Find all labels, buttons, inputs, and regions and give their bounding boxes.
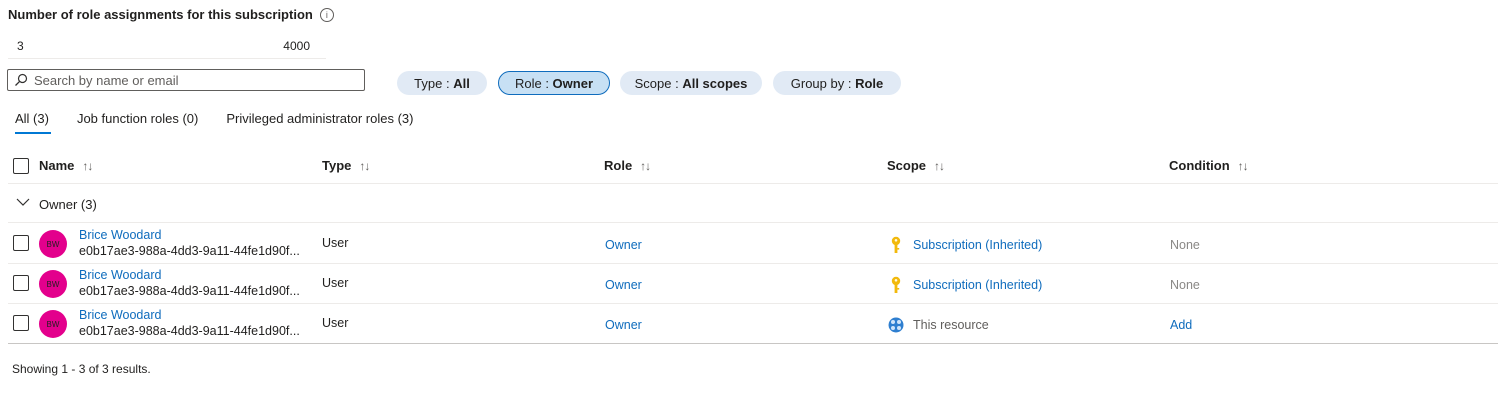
user-name-link[interactable]: Brice Woodard [79,228,161,242]
row-checkbox[interactable] [13,275,29,291]
scope-link[interactable]: Subscription (Inherited) [913,278,1042,292]
role-link[interactable]: Owner [605,318,642,332]
info-icon[interactable]: i [319,7,334,22]
filter-role-pill[interactable]: Role : Owner [498,71,610,95]
role-link[interactable]: Owner [605,278,642,292]
assignment-count-title-text: Number of role assignments for this subs… [8,7,313,22]
table-row: BW Brice Woodard e0b17ae3-988a-4dd3-9a11… [8,304,1498,344]
assignment-count-max: 4000 [283,39,310,53]
key-icon [891,236,901,253]
column-header-condition-label: Condition [1169,158,1230,173]
condition-value: None [1170,278,1200,292]
sort-icon: ↑↓ [640,158,651,173]
filter-type-value: All [453,75,470,91]
table-row: BW Brice Woodard e0b17ae3-988a-4dd3-9a11… [8,224,1498,264]
avatar: BW [39,310,67,338]
avatar: BW [39,270,67,298]
user-object-id: e0b17ae3-988a-4dd3-9a11-44fe1d90f... [79,324,300,338]
key-icon [891,276,901,293]
column-header-scope-label: Scope [887,158,927,173]
group-row-owner[interactable]: Owner (3) [8,184,1498,223]
filter-groupby-value: Role [855,75,884,91]
column-header-name[interactable]: Name ↑↓ [39,158,93,173]
principal-type: User [322,316,349,330]
filter-scope-value: All scopes [682,75,748,91]
filter-role-value: Owner [552,75,594,91]
table-header: Name ↑↓ Type ↑↓ Role ↑↓ Scope ↑↓ Conditi… [8,151,1498,184]
avatar: BW [39,230,67,258]
column-header-condition[interactable]: Condition ↑↓ [1169,158,1249,173]
column-header-type[interactable]: Type ↑↓ [322,158,370,173]
principal-type: User [322,236,349,250]
filter-groupby-label: Group by : [790,75,856,91]
results-summary: Showing 1 - 3 of 3 results. [12,362,151,376]
assignment-count-current: 3 [17,39,24,53]
scope-text: This resource [913,318,989,332]
role-tabs: All (3) Job function roles (0) Privilege… [15,111,441,134]
chevron-down-icon[interactable] [16,197,30,207]
row-checkbox[interactable] [13,315,29,331]
tab-privileged-admin-roles[interactable]: Privileged administrator roles (3) [226,111,413,132]
sort-icon: ↑↓ [82,158,93,173]
filter-type-label: Type : [414,75,454,91]
scope-link[interactable]: Subscription (Inherited) [913,238,1042,252]
assignment-count-title: Number of role assignments for this subs… [8,7,334,22]
principal-type: User [322,276,349,290]
table-bottom-divider [8,343,1498,344]
filter-scope-pill[interactable]: Scope : All scopes [620,71,762,95]
row-checkbox[interactable] [13,235,29,251]
group-label: Owner (3) [39,197,97,212]
user-name-link[interactable]: Brice Woodard [79,308,161,322]
search-icon [14,73,28,87]
sort-icon: ↑↓ [1237,158,1249,173]
column-header-name-label: Name [39,158,75,173]
column-header-role-label: Role [604,158,633,173]
sort-icon: ↑↓ [934,158,945,173]
table-row: BW Brice Woodard e0b17ae3-988a-4dd3-9a11… [8,264,1498,304]
tab-job-function-roles[interactable]: Job function roles (0) [77,111,198,132]
filter-groupby-pill[interactable]: Group by : Role [773,71,901,95]
search-box[interactable] [7,69,365,91]
user-object-id: e0b17ae3-988a-4dd3-9a11-44fe1d90f... [79,284,300,298]
sort-icon: ↑↓ [359,158,370,173]
user-object-id: e0b17ae3-988a-4dd3-9a11-44fe1d90f... [79,244,300,258]
add-condition-link[interactable]: Add [1170,318,1192,332]
role-link[interactable]: Owner [605,238,642,252]
column-header-role[interactable]: Role ↑↓ [604,158,651,173]
search-input[interactable] [34,72,354,88]
condition-value: None [1170,238,1200,252]
filter-scope-label: Scope : [634,75,683,91]
column-header-scope[interactable]: Scope ↑↓ [887,158,945,173]
user-name-link[interactable]: Brice Woodard [79,268,161,282]
column-header-type-label: Type [322,158,352,173]
tab-all[interactable]: All (3) [15,111,51,134]
filter-role-label: Role : [514,75,553,91]
assignment-count-bar: 3 4000 [8,36,326,59]
resource-icon [888,317,904,333]
filter-type-pill[interactable]: Type : All [397,71,487,95]
select-all-checkbox[interactable] [13,158,29,174]
